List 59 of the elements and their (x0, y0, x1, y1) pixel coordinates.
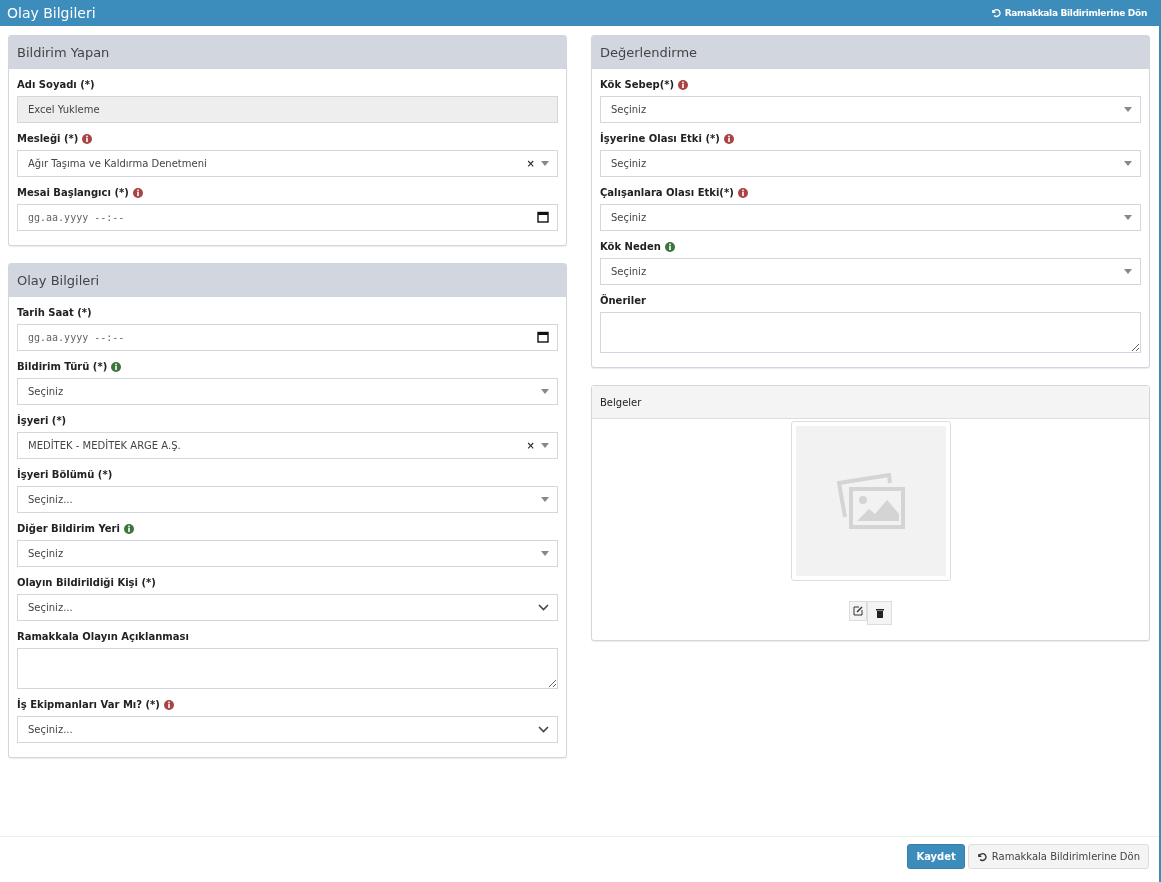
panel-title: Değerlendirme (592, 36, 1149, 69)
caret-icon (1124, 269, 1132, 274)
clear-button[interactable]: × (526, 158, 535, 169)
page-title: Olay Bilgileri (7, 5, 96, 21)
field-label: İş Ekipmanları Var Mı? (*) (17, 699, 160, 710)
caret-icon (1124, 107, 1132, 112)
field-label: İşyerine Olası Etki (*) (600, 133, 720, 144)
select-field[interactable]: Seçiniz (17, 540, 558, 567)
field-label: İşyeri Bölümü (*) (17, 469, 113, 480)
field-label: Diğer Bildirim Yeri (17, 523, 120, 534)
undo-icon (990, 8, 1001, 18)
field-label: Öneriler (600, 295, 646, 306)
chevron-icon (538, 604, 549, 611)
back-link[interactable]: Ramakkala Bildirimlerine Dön (990, 8, 1147, 18)
caret-icon (541, 443, 549, 448)
undo-icon (976, 851, 987, 862)
date-field[interactable]: gg.aa.yyyy --:-- (17, 204, 558, 231)
caret-icon (1124, 161, 1132, 166)
edit-icon (853, 606, 863, 616)
chevron-icon (538, 726, 549, 733)
select-field[interactable]: Seçiniz... (17, 486, 558, 513)
select-field[interactable]: Seçiniz... (17, 716, 558, 743)
field-label: Mesai Başlangıcı (*) (17, 187, 129, 198)
field-label: Ramakkala Olayın Açıklanması (17, 631, 189, 642)
panel-title: Belgeler (592, 386, 1149, 419)
field-label: Adı Soyadı (*) (17, 79, 95, 90)
field-label: Olayın Bildirildiği Kişi (*) (17, 577, 156, 588)
field-label: Bildirim Türü (*) (17, 361, 108, 372)
select-field[interactable]: Seçiniz (600, 258, 1141, 285)
caret-icon (1124, 215, 1132, 220)
clear-button[interactable]: × (526, 440, 535, 451)
field-label: Kök Sebep(*) (600, 79, 675, 90)
caret-icon (541, 389, 549, 394)
image-icon (836, 473, 905, 529)
caret-icon (541, 497, 549, 502)
delete-button[interactable] (867, 601, 892, 625)
back-button[interactable]: Ramakkala Bildirimlerine Dön (967, 844, 1149, 869)
select-field[interactable]: Seçiniz (600, 150, 1141, 177)
select-field[interactable]: MEDİTEK - MEDİTEK ARGE A.Ş. × (17, 432, 558, 459)
calendar-icon (537, 331, 549, 343)
select-field[interactable]: Seçiniz... (17, 594, 558, 621)
select-field[interactable]: Ağır Taşıma ve Kaldırma Denetmeni × (17, 150, 558, 177)
field-label: İşyeri (*) (17, 415, 67, 426)
select-field[interactable]: Seçiniz (17, 378, 558, 405)
field-label: Kök Neden (600, 241, 661, 252)
panel-title: Olay Bilgileri (9, 264, 566, 297)
field-label: Çalışanlara Olası Etki(*) (600, 187, 734, 198)
caret-icon (541, 551, 549, 556)
caret-icon (541, 161, 549, 166)
calendar-icon (537, 211, 549, 223)
panel-title: Bildirim Yapan (9, 36, 566, 69)
select-field[interactable]: Seçiniz (600, 204, 1141, 231)
trash-icon (875, 608, 884, 618)
field-label: Mesleği (*) (17, 133, 79, 144)
date-field[interactable]: gg.aa.yyyy --:-- (17, 324, 558, 351)
save-button[interactable]: Kaydet (907, 844, 965, 869)
edit-button[interactable] (849, 601, 867, 621)
field-label: Tarih Saat (*) (17, 307, 92, 318)
select-field[interactable]: Seçiniz (600, 96, 1141, 123)
